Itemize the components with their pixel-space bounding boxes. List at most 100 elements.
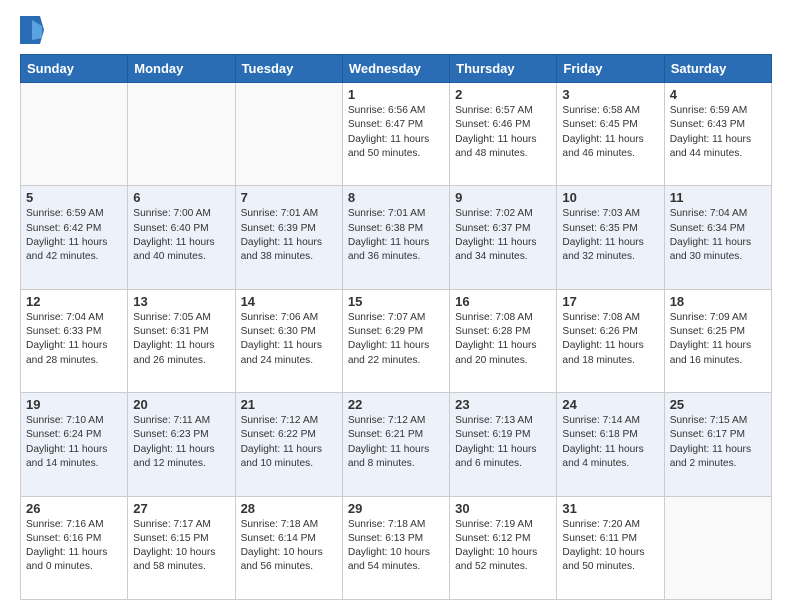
day-info: Sunrise: 6:59 AM Sunset: 6:42 PM Dayligh… [26, 207, 122, 264]
logo [20, 16, 46, 44]
day-info: Sunrise: 7:01 AM Sunset: 6:39 PM Dayligh… [241, 207, 337, 264]
day-info: Sunrise: 6:58 AM Sunset: 6:45 PM Dayligh… [562, 104, 658, 161]
weekday-header: Tuesday [235, 55, 342, 83]
calendar-cell: 31 Sunrise: 7:20 AM Sunset: 6:11 PM Dayli… [557, 496, 664, 599]
weekday-header: Sunday [21, 55, 128, 83]
day-number: 18 [670, 294, 766, 309]
day-info: Sunrise: 7:07 AM Sunset: 6:29 PM Dayligh… [348, 311, 444, 368]
calendar-cell: 5 Sunrise: 6:59 AM Sunset: 6:42 PM Daylig… [21, 186, 128, 289]
calendar-cell: 13 Sunrise: 7:05 AM Sunset: 6:31 PM Dayli… [128, 289, 235, 392]
calendar-cell: 25 Sunrise: 7:15 AM Sunset: 6:17 PM Dayli… [664, 393, 771, 496]
calendar-cell: 20 Sunrise: 7:11 AM Sunset: 6:23 PM Dayli… [128, 393, 235, 496]
calendar-cell: 16Sunrise: 7:08 AM Sunset: 6:28 PM Dayli… [450, 289, 557, 392]
day-number: 6 [133, 190, 229, 205]
calendar-cell: 2 Sunrise: 6:57 AM Sunset: 6:46 PM Daylig… [450, 83, 557, 186]
day-info: Sunrise: 7:12 AM Sunset: 6:22 PM Dayligh… [241, 414, 337, 471]
logo-icon [20, 16, 44, 44]
calendar-cell: 3 Sunrise: 6:58 AM Sunset: 6:45 PM Daylig… [557, 83, 664, 186]
day-number: 14 [241, 294, 337, 309]
day-info: Sunrise: 7:06 AM Sunset: 6:30 PM Dayligh… [241, 311, 337, 368]
calendar-cell: 18 Sunrise: 7:09 AM Sunset: 6:25 PM Dayli… [664, 289, 771, 392]
day-number: 20 [133, 397, 229, 412]
weekday-header-row: SundayMondayTuesdayWednesdayThursdayFrid… [21, 55, 772, 83]
calendar-table: SundayMondayTuesdayWednesdayThursdayFrid… [20, 54, 772, 600]
day-number: 15 [348, 294, 444, 309]
day-number: 3 [562, 87, 658, 102]
day-number: 1 [348, 87, 444, 102]
day-info: Sunrise: 7:09 AM Sunset: 6:25 PM Dayligh… [670, 311, 766, 368]
calendar-week-row: 19 Sunrise: 7:10 AM Sunset: 6:24 PM Dayli… [21, 393, 772, 496]
day-info: Sunrise: 7:14 AM Sunset: 6:18 PM Dayligh… [562, 414, 658, 471]
day-info: Sunrise: 6:57 AM Sunset: 6:46 PM Dayligh… [455, 104, 551, 161]
day-number: 24 [562, 397, 658, 412]
day-number: 25 [670, 397, 766, 412]
calendar-cell: 15 Sunrise: 7:07 AM Sunset: 6:29 PM Dayli… [342, 289, 449, 392]
calendar-cell: 9 Sunrise: 7:02 AM Sunset: 6:37 PM Daylig… [450, 186, 557, 289]
header [20, 16, 772, 44]
day-info: Sunrise: 7:18 AM Sunset: 6:13 PM Dayligh… [348, 518, 444, 575]
day-info: Sunrise: 7:03 AM Sunset: 6:35 PM Dayligh… [562, 207, 658, 264]
day-number: 22 [348, 397, 444, 412]
day-info: Sunrise: 7:12 AM Sunset: 6:21 PM Dayligh… [348, 414, 444, 471]
calendar-cell: 26Sunrise: 7:16 AM Sunset: 6:16 PM Dayli… [21, 496, 128, 599]
weekday-header: Saturday [664, 55, 771, 83]
day-number: 27 [133, 501, 229, 516]
day-number: 10 [562, 190, 658, 205]
day-info: Sunrise: 7:02 AM Sunset: 6:37 PM Dayligh… [455, 207, 551, 264]
day-info: Sunrise: 6:56 AM Sunset: 6:47 PM Dayligh… [348, 104, 444, 161]
calendar-cell: 17 Sunrise: 7:08 AM Sunset: 6:26 PM Dayli… [557, 289, 664, 392]
calendar-week-row: 26Sunrise: 7:16 AM Sunset: 6:16 PM Dayli… [21, 496, 772, 599]
day-info: Sunrise: 7:05 AM Sunset: 6:31 PM Dayligh… [133, 311, 229, 368]
day-number: 23 [455, 397, 551, 412]
day-number: 28 [241, 501, 337, 516]
day-number: 8 [348, 190, 444, 205]
calendar-week-row: 12 Sunrise: 7:04 AM Sunset: 6:33 PM Dayli… [21, 289, 772, 392]
day-number: 17 [562, 294, 658, 309]
weekday-header: Thursday [450, 55, 557, 83]
day-number: 12 [26, 294, 122, 309]
day-number: 13 [133, 294, 229, 309]
calendar-cell: 10 Sunrise: 7:03 AM Sunset: 6:35 PM Dayli… [557, 186, 664, 289]
day-info: Sunrise: 7:19 AM Sunset: 6:12 PM Dayligh… [455, 518, 551, 575]
calendar-cell: 22 Sunrise: 7:12 AM Sunset: 6:21 PM Dayli… [342, 393, 449, 496]
calendar-cell: 7 Sunrise: 7:01 AM Sunset: 6:39 PM Daylig… [235, 186, 342, 289]
day-number: 9 [455, 190, 551, 205]
calendar-cell: 30Sunrise: 7:19 AM Sunset: 6:12 PM Dayli… [450, 496, 557, 599]
day-info: Sunrise: 7:17 AM Sunset: 6:15 PM Dayligh… [133, 518, 229, 575]
day-number: 5 [26, 190, 122, 205]
day-info: Sunrise: 7:18 AM Sunset: 6:14 PM Dayligh… [241, 518, 337, 575]
day-info: Sunrise: 7:10 AM Sunset: 6:24 PM Dayligh… [26, 414, 122, 471]
calendar-week-row: 1 Sunrise: 6:56 AM Sunset: 6:47 PM Daylig… [21, 83, 772, 186]
day-info: Sunrise: 7:04 AM Sunset: 6:33 PM Dayligh… [26, 311, 122, 368]
calendar-week-row: 5 Sunrise: 6:59 AM Sunset: 6:42 PM Daylig… [21, 186, 772, 289]
weekday-header: Monday [128, 55, 235, 83]
calendar-cell: 1 Sunrise: 6:56 AM Sunset: 6:47 PM Daylig… [342, 83, 449, 186]
calendar-cell [128, 83, 235, 186]
day-info: Sunrise: 7:11 AM Sunset: 6:23 PM Dayligh… [133, 414, 229, 471]
day-info: Sunrise: 7:01 AM Sunset: 6:38 PM Dayligh… [348, 207, 444, 264]
day-number: 2 [455, 87, 551, 102]
weekday-header: Wednesday [342, 55, 449, 83]
calendar-cell: 24 Sunrise: 7:14 AM Sunset: 6:18 PM Dayli… [557, 393, 664, 496]
calendar-cell: 14 Sunrise: 7:06 AM Sunset: 6:30 PM Dayli… [235, 289, 342, 392]
day-info: Sunrise: 6:59 AM Sunset: 6:43 PM Dayligh… [670, 104, 766, 161]
day-info: Sunrise: 7:08 AM Sunset: 6:26 PM Dayligh… [562, 311, 658, 368]
calendar-cell: 8 Sunrise: 7:01 AM Sunset: 6:38 PM Daylig… [342, 186, 449, 289]
day-info: Sunrise: 7:13 AM Sunset: 6:19 PM Dayligh… [455, 414, 551, 471]
day-number: 11 [670, 190, 766, 205]
day-info: Sunrise: 7:15 AM Sunset: 6:17 PM Dayligh… [670, 414, 766, 471]
page: SundayMondayTuesdayWednesdayThursdayFrid… [0, 0, 792, 612]
calendar-cell: 29Sunrise: 7:18 AM Sunset: 6:13 PM Dayli… [342, 496, 449, 599]
calendar-cell: 21Sunrise: 7:12 AM Sunset: 6:22 PM Dayli… [235, 393, 342, 496]
day-number: 26 [26, 501, 122, 516]
day-number: 19 [26, 397, 122, 412]
calendar-cell [21, 83, 128, 186]
day-number: 31 [562, 501, 658, 516]
day-number: 7 [241, 190, 337, 205]
day-info: Sunrise: 7:00 AM Sunset: 6:40 PM Dayligh… [133, 207, 229, 264]
calendar-cell: 23 Sunrise: 7:13 AM Sunset: 6:19 PM Dayli… [450, 393, 557, 496]
calendar-cell: 27 Sunrise: 7:17 AM Sunset: 6:15 PM Dayli… [128, 496, 235, 599]
calendar-cell: 6 Sunrise: 7:00 AM Sunset: 6:40 PM Daylig… [128, 186, 235, 289]
day-info: Sunrise: 7:20 AM Sunset: 6:11 PM Dayligh… [562, 518, 658, 575]
day-number: 16 [455, 294, 551, 309]
